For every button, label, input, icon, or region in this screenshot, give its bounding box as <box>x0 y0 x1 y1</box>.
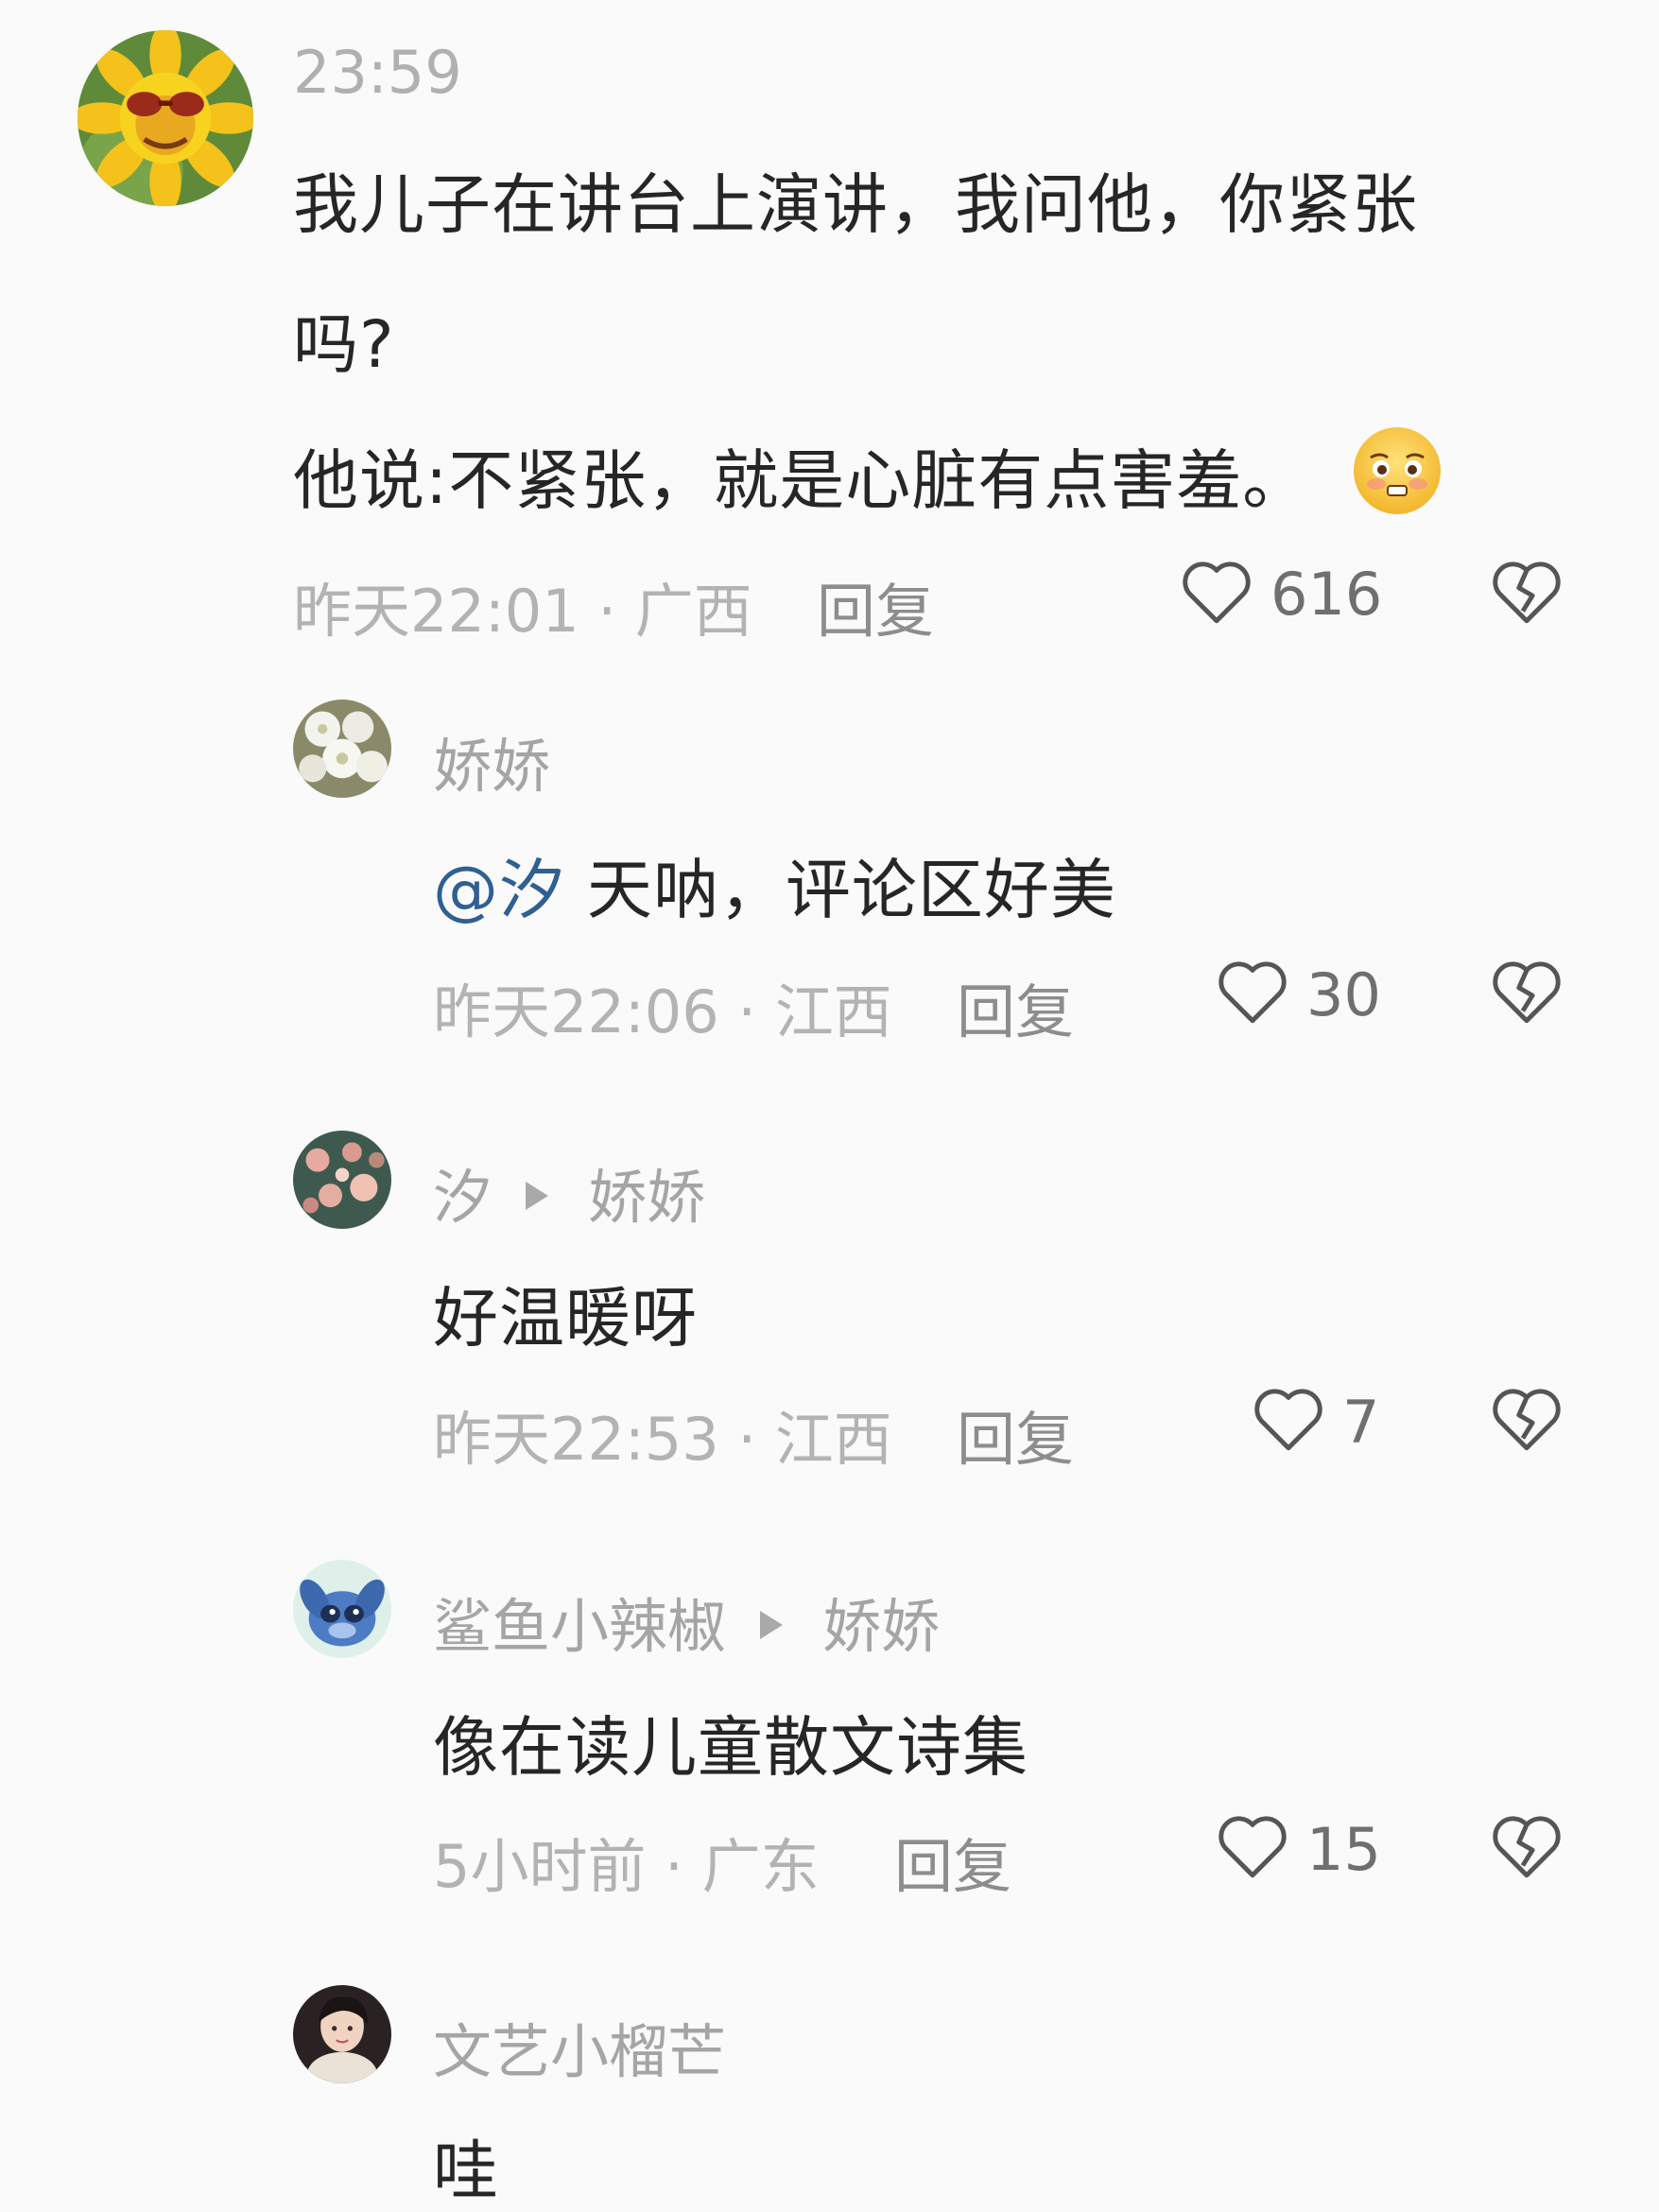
blossoms-avatar-image <box>293 1131 391 1229</box>
reply-username[interactable]: 汐 <box>433 1163 492 1232</box>
reply-text-content: 天呐，评论区好美 <box>565 853 1116 928</box>
heart-icon <box>1218 961 1287 1024</box>
reply-text: 哇 <box>433 2134 499 2209</box>
avatar-blossoms[interactable] <box>293 1131 391 1229</box>
like-button[interactable] <box>1214 1807 1291 1885</box>
broken-heart-icon <box>1493 1816 1561 1878</box>
avatar-portrait[interactable] <box>293 1985 391 2083</box>
broken-heart-icon <box>1493 1389 1561 1451</box>
like-button[interactable] <box>1214 953 1291 1030</box>
reply-button[interactable]: 回复 <box>957 964 1074 1049</box>
cartoon-avatar-image <box>293 1560 391 1658</box>
dislike-button[interactable] <box>1488 1380 1565 1458</box>
avatar-flowers[interactable] <box>293 700 391 798</box>
avatar-cartoon[interactable] <box>293 1560 391 1658</box>
reply-text: 好温暖呀 <box>433 1281 698 1357</box>
sunflower-avatar-image <box>78 30 253 206</box>
like-button[interactable] <box>1250 1380 1327 1458</box>
heart-icon <box>1218 1816 1287 1878</box>
reply-meta: 5小时前 · 广东 <box>433 1832 820 1901</box>
broken-heart-icon <box>1493 961 1561 1024</box>
like-count: 7 <box>1342 1388 1380 1457</box>
dislike-button[interactable] <box>1488 1807 1565 1885</box>
comment-text-line-2: 吗? <box>293 307 395 383</box>
reply-button[interactable]: 回复 <box>817 563 934 648</box>
reply-button[interactable]: 回复 <box>957 1391 1074 1477</box>
comment-text-line-3: 他说:不紧张，就是心脏有点害羞。 <box>293 443 1309 519</box>
reply-meta: 昨天22:53 · 江西 <box>433 1405 892 1474</box>
like-count: 616 <box>1270 560 1383 629</box>
like-count: 30 <box>1306 960 1381 1029</box>
reply-username[interactable]: 鲨鱼小辣椒 <box>433 1592 726 1661</box>
reply-username[interactable]: 文艺小榴芒 <box>433 2004 726 2089</box>
reply-username-line: 鲨鱼小辣椒 娇娇 <box>433 1579 940 1664</box>
broken-heart-icon <box>1493 562 1561 624</box>
dislike-button[interactable] <box>1488 953 1565 1030</box>
reply-username[interactable]: 娇娇 <box>433 718 550 804</box>
like-count: 15 <box>1306 1815 1381 1884</box>
avatar-sunflower[interactable] <box>78 30 253 206</box>
reply-text: 像在读儿童散文诗集 <box>433 1710 1028 1786</box>
reply-username-line: 汐 娇娇 <box>433 1149 705 1235</box>
reply-text: @汐 天呐，评论区好美 <box>433 837 1116 931</box>
heart-icon <box>1183 562 1251 624</box>
reply-to-username[interactable]: 娇娇 <box>588 1163 705 1232</box>
mention-link[interactable]: @汐 <box>433 853 565 928</box>
flowers-avatar-image <box>293 700 391 798</box>
reply-to-username[interactable]: 娇娇 <box>822 1592 940 1661</box>
dislike-button[interactable] <box>1488 553 1565 631</box>
comment-text-line-1: 我儿子在讲台上演讲，我问他，你紧张 <box>293 167 1418 243</box>
comment-timestamp: 23:59 <box>293 38 462 107</box>
reply-arrow-icon <box>526 1181 549 1210</box>
reply-meta: 昨天22:06 · 江西 <box>433 977 892 1046</box>
heart-icon <box>1254 1389 1322 1451</box>
portrait-avatar-image <box>293 1985 391 2083</box>
shy-face-emoji-icon <box>1350 423 1444 518</box>
reply-arrow-icon <box>760 1610 784 1639</box>
reply-button[interactable]: 回复 <box>894 1819 1011 1904</box>
comment-meta: 昨天22:01 · 广西 <box>293 577 752 646</box>
like-button[interactable] <box>1178 553 1255 631</box>
